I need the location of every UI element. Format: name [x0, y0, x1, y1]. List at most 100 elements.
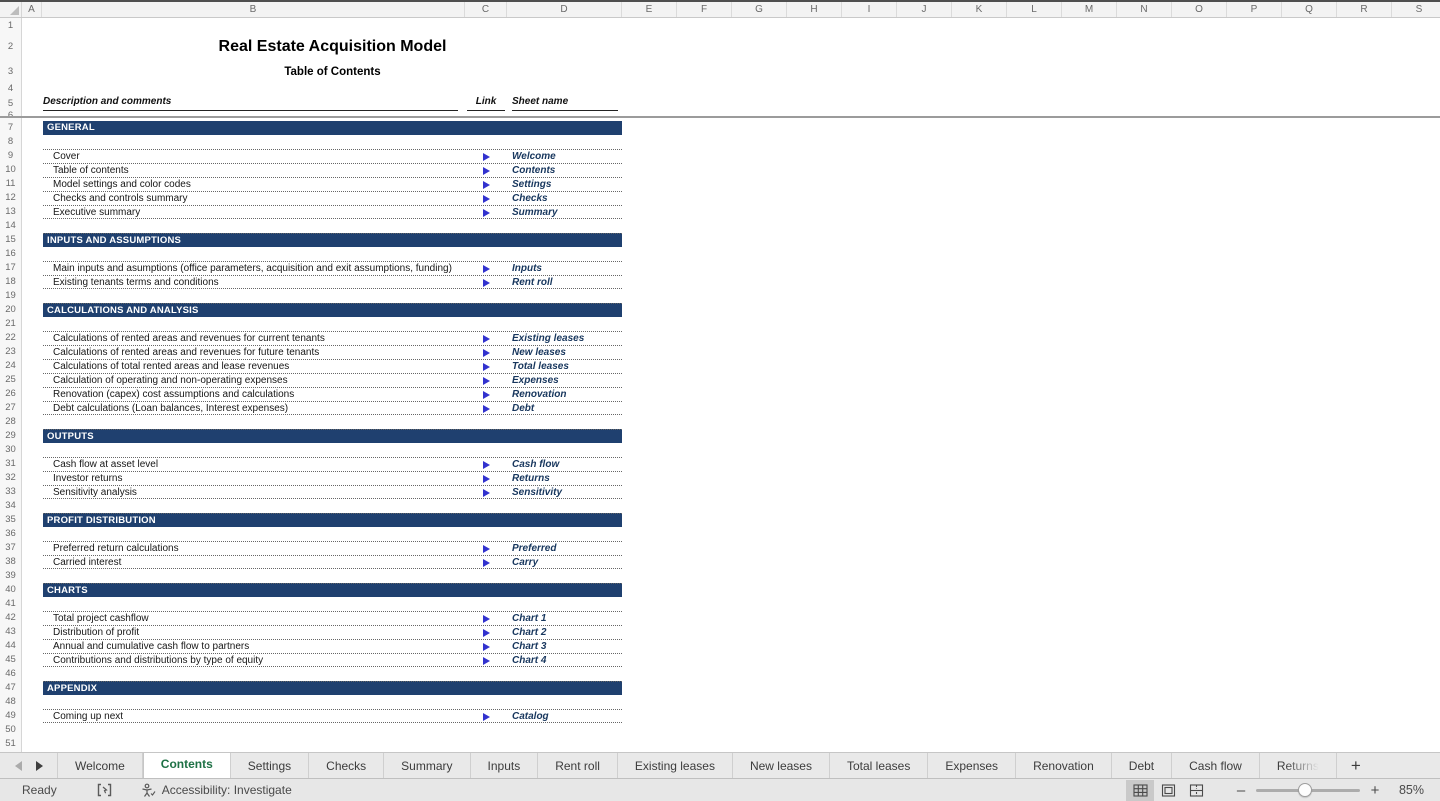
toc-item-row[interactable]: Checks and controls summaryChecks [43, 191, 622, 205]
row-header-44[interactable]: 44 [0, 639, 21, 653]
row-header-30[interactable]: 30 [0, 443, 21, 457]
row-header-21[interactable]: 21 [0, 317, 21, 331]
sheet-tab-existing-leases[interactable]: Existing leases [618, 753, 733, 778]
new-sheet-button[interactable]: + [1337, 753, 1375, 778]
row-header-39[interactable]: 39 [0, 569, 21, 583]
row-header-46[interactable]: 46 [0, 667, 21, 681]
page-layout-view-button[interactable] [1154, 780, 1182, 801]
toc-item-row[interactable]: Investor returnsReturns [43, 471, 622, 485]
toc-item-row[interactable]: Total project cashflowChart 1 [43, 611, 622, 625]
link-arrow-icon[interactable] [483, 643, 490, 651]
row-header-49[interactable]: 49 [0, 709, 21, 723]
link-arrow-icon[interactable] [483, 545, 490, 553]
row-header-7[interactable]: 7 [0, 121, 21, 135]
row-header-29[interactable]: 29 [0, 429, 21, 443]
row-header-16[interactable]: 16 [0, 247, 21, 261]
link-arrow-icon[interactable] [483, 195, 490, 203]
toc-item-row[interactable]: Preferred return calculationsPreferred [43, 541, 622, 555]
link-arrow-icon[interactable] [483, 629, 490, 637]
row-header-12[interactable]: 12 [0, 191, 21, 205]
link-arrow-icon[interactable] [483, 265, 490, 273]
zoom-out-icon[interactable]: – [1234, 782, 1248, 799]
row-header-32[interactable]: 32 [0, 471, 21, 485]
scroll-tabs-left-icon[interactable] [15, 761, 22, 771]
column-header-e[interactable]: E [622, 2, 677, 17]
link-arrow-icon[interactable] [483, 363, 490, 371]
link-arrow-icon[interactable] [483, 153, 490, 161]
column-header-n[interactable]: N [1117, 2, 1172, 17]
zoom-slider[interactable] [1256, 783, 1360, 797]
column-header-f[interactable]: F [677, 2, 732, 17]
row-header-23[interactable]: 23 [0, 345, 21, 359]
row-header-20[interactable]: 20 [0, 303, 21, 317]
toc-item-row[interactable]: Calculations of total rented areas and l… [43, 359, 622, 373]
row-header-18[interactable]: 18 [0, 275, 21, 289]
link-arrow-icon[interactable] [483, 405, 490, 413]
link-arrow-icon[interactable] [483, 713, 490, 721]
toc-item-row[interactable]: Distribution of profitChart 2 [43, 625, 622, 639]
row-header-47[interactable]: 47 [0, 681, 21, 695]
row-header-31[interactable]: 31 [0, 457, 21, 471]
row-header-11[interactable]: 11 [0, 177, 21, 191]
row-header-38[interactable]: 38 [0, 555, 21, 569]
column-header-k[interactable]: K [952, 2, 1007, 17]
column-header-q[interactable]: Q [1282, 2, 1337, 17]
row-header-3[interactable]: 3 [0, 61, 21, 82]
sheet-tab-new-leases[interactable]: New leases [733, 753, 830, 778]
column-header-d[interactable]: D [507, 2, 622, 17]
row-header-51[interactable]: 51 [0, 737, 21, 751]
column-header-i[interactable]: I [842, 2, 897, 17]
toc-item-row[interactable]: Cash flow at asset levelCash flow [43, 457, 622, 471]
toc-item-row[interactable]: Calculations of rented areas and revenue… [43, 345, 622, 359]
row-header-14[interactable]: 14 [0, 219, 21, 233]
sheet-tab-total-leases[interactable]: Total leases [830, 753, 928, 778]
column-header-a[interactable]: A [22, 2, 42, 17]
toc-item-row[interactable]: Existing tenants terms and conditionsRen… [43, 275, 622, 289]
row-header-34[interactable]: 34 [0, 499, 21, 513]
toc-item-row[interactable]: Renovation (capex) cost assumptions and … [43, 387, 622, 401]
row-header-41[interactable]: 41 [0, 597, 21, 611]
normal-view-button[interactable] [1126, 780, 1154, 801]
row-header-42[interactable]: 42 [0, 611, 21, 625]
row-header-15[interactable]: 15 [0, 233, 21, 247]
link-arrow-icon[interactable] [483, 349, 490, 357]
row-header-25[interactable]: 25 [0, 373, 21, 387]
row-header-22[interactable]: 22 [0, 331, 21, 345]
sheet-tab-cash-flow[interactable]: Cash flow [1172, 753, 1260, 778]
sheet-tab-summary[interactable]: Summary [384, 753, 470, 778]
row-header-19[interactable]: 19 [0, 289, 21, 303]
column-header-j[interactable]: J [897, 2, 952, 17]
sheet-tab-settings[interactable]: Settings [231, 753, 309, 778]
row-header-13[interactable]: 13 [0, 205, 21, 219]
row-header-8[interactable]: 8 [0, 135, 21, 149]
column-header-s[interactable]: S [1392, 2, 1440, 17]
row-header-50[interactable]: 50 [0, 723, 21, 737]
row-header-26[interactable]: 26 [0, 387, 21, 401]
accessibility-status-label[interactable]: Accessibility: Investigate [162, 783, 292, 797]
row-header-24[interactable]: 24 [0, 359, 21, 373]
link-arrow-icon[interactable] [483, 615, 490, 623]
column-header-c[interactable]: C [465, 2, 507, 17]
toc-item-row[interactable]: Main inputs and asumptions (office param… [43, 261, 622, 275]
row-header-2[interactable]: 2 [0, 33, 21, 61]
toc-item-row[interactable]: Coming up nextCatalog [43, 709, 622, 723]
row-header-4[interactable]: 4 [0, 82, 21, 96]
sheet-tab-returns[interactable]: Returns [1260, 753, 1337, 778]
column-header-p[interactable]: P [1227, 2, 1282, 17]
row-header-37[interactable]: 37 [0, 541, 21, 555]
macro-record-icon[interactable] [97, 783, 112, 797]
sheet-tab-renovation[interactable]: Renovation [1016, 753, 1112, 778]
link-arrow-icon[interactable] [483, 181, 490, 189]
zoom-level-label[interactable]: 85% [1382, 783, 1424, 797]
link-arrow-icon[interactable] [483, 657, 490, 665]
row-header-35[interactable]: 35 [0, 513, 21, 527]
row-header-48[interactable]: 48 [0, 695, 21, 709]
column-header-g[interactable]: G [732, 2, 787, 17]
sheet-tab-contents[interactable]: Contents [143, 752, 231, 778]
link-arrow-icon[interactable] [483, 377, 490, 385]
toc-item-row[interactable]: Calculations of rented areas and revenue… [43, 331, 622, 345]
toc-item-row[interactable]: Contributions and distributions by type … [43, 653, 622, 667]
row-header-40[interactable]: 40 [0, 583, 21, 597]
row-header-1[interactable]: 1 [0, 18, 21, 33]
link-arrow-icon[interactable] [483, 209, 490, 217]
